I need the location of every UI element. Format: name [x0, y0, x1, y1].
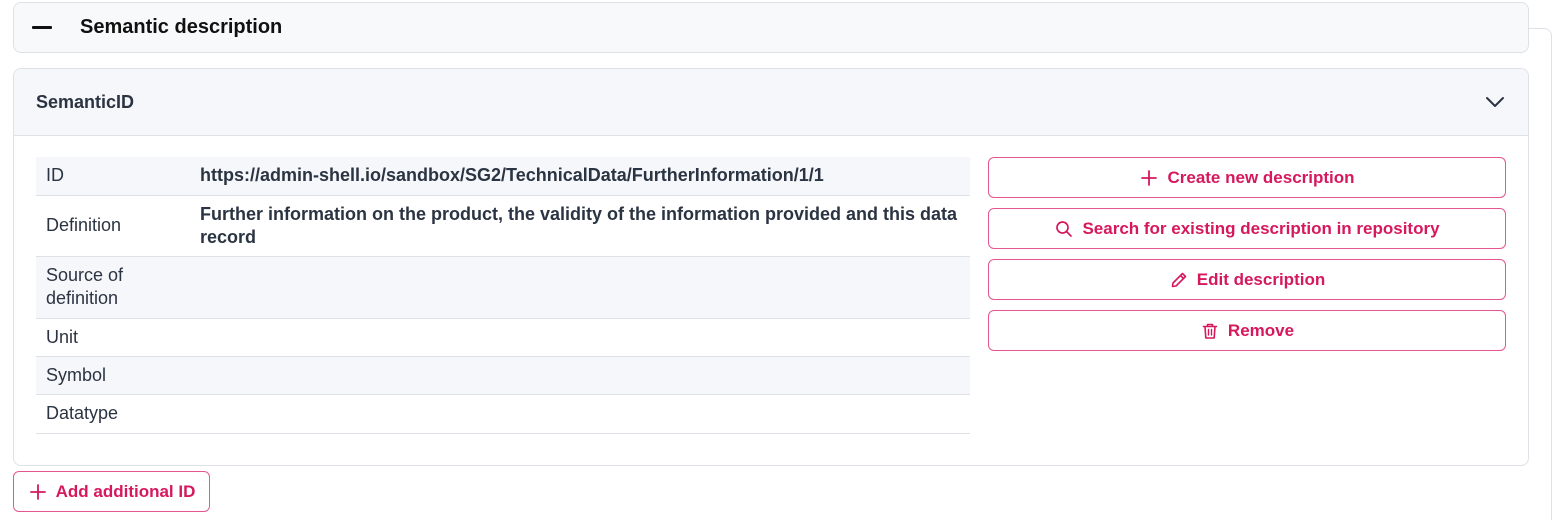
- semantic-id-accordion-toggle[interactable]: SemanticID: [14, 69, 1528, 136]
- edit-description-label: Edit description: [1196, 269, 1326, 289]
- row-value-source: [190, 256, 970, 319]
- table-row: ID https://admin-shell.io/sandbox/SG2/Te…: [36, 157, 970, 196]
- row-key-source: Source of definition: [36, 256, 190, 319]
- search-description-button[interactable]: Search for existing description in repos…: [988, 208, 1506, 249]
- row-value-definition: Further information on the product, the …: [190, 195, 970, 257]
- collapse-button[interactable]: [14, 3, 70, 52]
- add-additional-id-label: Add additional ID: [55, 481, 196, 501]
- trash-icon: [1200, 321, 1220, 341]
- pencil-icon: [1169, 270, 1189, 290]
- plus-icon: [1139, 168, 1159, 188]
- remove-button[interactable]: Remove: [988, 310, 1506, 351]
- table-row: Unit: [36, 318, 970, 357]
- section-title: Semantic description: [80, 16, 283, 38]
- row-key-unit: Unit: [36, 318, 190, 357]
- semantic-info-table: ID https://admin-shell.io/sandbox/SG2/Te…: [36, 157, 970, 434]
- create-description-button[interactable]: Create new description: [988, 157, 1506, 198]
- row-value-symbol: [190, 356, 970, 395]
- outer-container-border: [1528, 28, 1552, 520]
- row-value-unit: [190, 318, 970, 357]
- row-key-definition: Definition: [36, 195, 190, 257]
- semantic-description-header: Semantic description: [13, 2, 1529, 53]
- row-key-id: ID: [36, 157, 190, 196]
- table-row: Datatype: [36, 394, 970, 434]
- row-key-datatype: Datatype: [36, 394, 190, 434]
- table-row: Symbol: [36, 356, 970, 395]
- row-value-datatype: [190, 394, 970, 434]
- create-description-label: Create new description: [1167, 167, 1355, 187]
- search-icon: [1054, 219, 1074, 239]
- card-title: SemanticID: [36, 91, 135, 112]
- minus-icon: [32, 26, 52, 29]
- plus-icon: [28, 482, 48, 502]
- row-value-id: https://admin-shell.io/sandbox/SG2/Techn…: [190, 157, 970, 196]
- search-description-label: Search for existing description in repos…: [1082, 218, 1440, 238]
- actions-panel: Create new description Search for existi…: [988, 157, 1506, 361]
- semantic-id-card: SemanticID ID https://admin-shell.io/san…: [13, 68, 1529, 466]
- row-key-symbol: Symbol: [36, 356, 190, 395]
- edit-description-button[interactable]: Edit description: [988, 259, 1506, 300]
- remove-label: Remove: [1227, 320, 1295, 340]
- table-row: Definition Further information on the pr…: [36, 195, 970, 257]
- table-row: Source of definition: [36, 256, 970, 319]
- add-additional-id-button[interactable]: Add additional ID: [13, 471, 210, 512]
- chevron-down-icon: [1484, 91, 1506, 113]
